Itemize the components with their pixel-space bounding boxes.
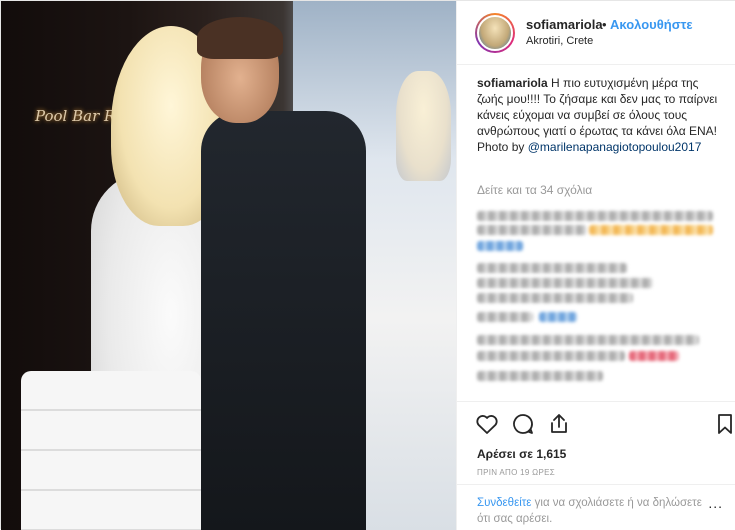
caption-photo-by: Photo by xyxy=(477,140,525,154)
avatar[interactable] xyxy=(475,13,515,53)
blurred-comment xyxy=(477,225,587,235)
likes-count[interactable]: Αρέσει σε 1,615 xyxy=(477,447,566,461)
comment-icon[interactable] xyxy=(511,412,535,436)
blurred-comment xyxy=(477,211,713,221)
blurred-comment xyxy=(477,371,603,381)
heart-icon[interactable] xyxy=(475,412,499,436)
photo-wedding-cake xyxy=(21,371,201,530)
blurred-comment xyxy=(477,293,633,303)
post-side-panel: sofiamariola • Ακολουθήστε Akrotiri, Cre… xyxy=(456,1,735,530)
blurred-comment xyxy=(589,225,713,235)
login-prompt: Συνδεθείτε για να σχολιάσετε ή να δηλώσε… xyxy=(457,484,735,527)
photo-groom-head xyxy=(197,17,283,123)
caption-mention[interactable]: @marilenapanagiotopoulou2017 xyxy=(528,140,702,154)
photo-poster-bride xyxy=(396,71,451,181)
share-icon[interactable] xyxy=(547,412,571,436)
login-link[interactable]: Συνδεθείτε xyxy=(477,497,531,509)
more-options-button[interactable]: ... xyxy=(708,495,723,511)
photo-bar-sign: Pool Bar R xyxy=(35,107,116,125)
post-header: sofiamariola • Ακολουθήστε Akrotiri, Cre… xyxy=(457,1,735,65)
header-username[interactable]: sofiamariola xyxy=(526,17,603,32)
blurred-comment xyxy=(477,335,699,345)
location-link[interactable]: Akrotiri, Crete xyxy=(526,35,593,47)
blurred-comment xyxy=(477,278,653,288)
post-actions: Αρέσει σε 1,615 ΠΡΙΝ ΑΠΟ 19 ΩΡΕΣ Συνδεθε… xyxy=(457,401,735,525)
view-all-comments-link[interactable]: Δείτε και τα 34 σχόλια xyxy=(477,183,592,197)
blurred-comment xyxy=(477,263,627,273)
header-separator: • xyxy=(602,17,607,32)
blurred-comment xyxy=(477,351,625,361)
bookmark-icon[interactable] xyxy=(713,412,735,436)
blurred-comment xyxy=(539,312,577,322)
post-photo[interactable]: Pool Bar R xyxy=(1,1,456,530)
instagram-post: Pool Bar R sofiamariola • Ακολουθήστε Ak… xyxy=(0,0,735,530)
photo-groom-suit xyxy=(201,111,366,530)
post-caption: sofiamariola Η πιο ευτυχισμένη μέρα της … xyxy=(477,75,727,155)
blurred-comment xyxy=(629,351,679,361)
post-timestamp[interactable]: ΠΡΙΝ ΑΠΟ 19 ΩΡΕΣ xyxy=(477,468,555,477)
caption-username[interactable]: sofiamariola xyxy=(477,76,548,90)
follow-button[interactable]: Ακολουθήστε xyxy=(610,17,693,32)
blurred-comment xyxy=(477,241,523,251)
blurred-comment xyxy=(477,312,533,322)
comments-section[interactable]: sofiamariola Η πιο ευτυχισμένη μέρα της … xyxy=(457,65,735,401)
